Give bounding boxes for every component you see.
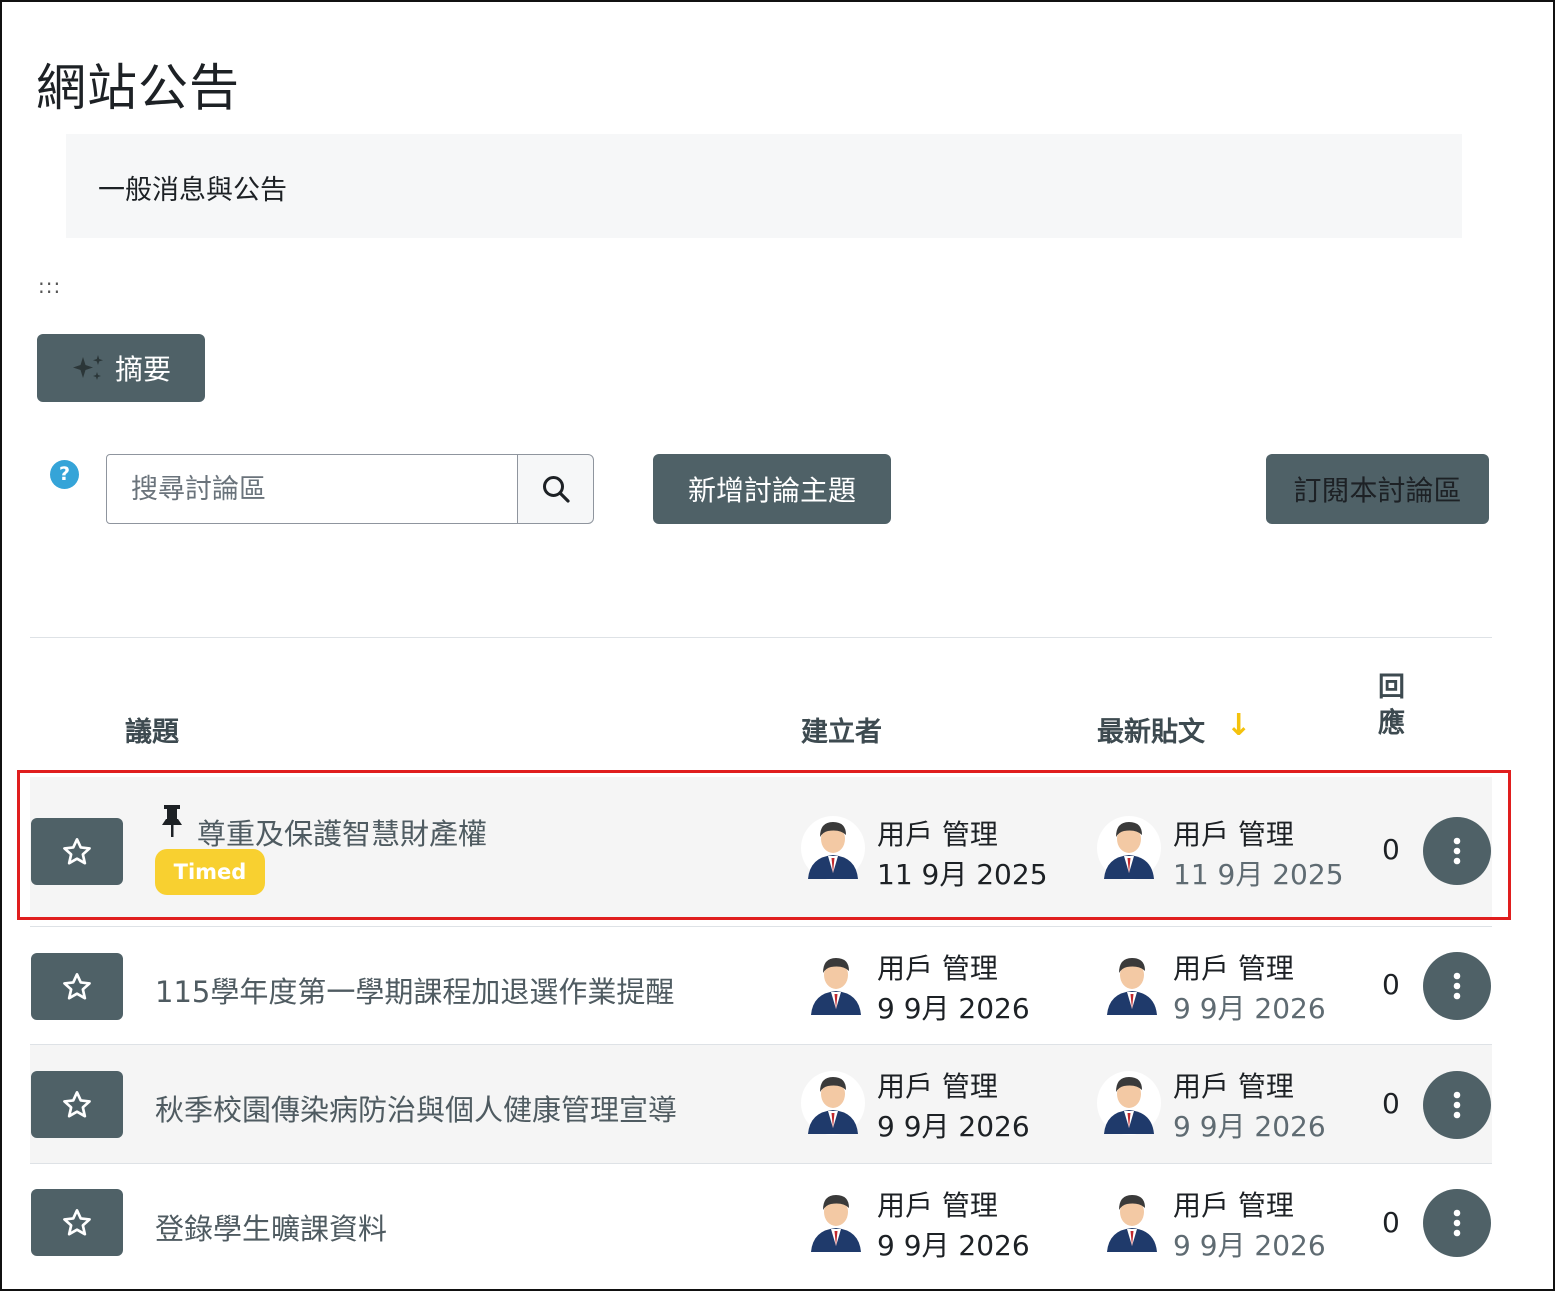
table-row: 尊重及保護智慧財產權 Timed 用戶 管理 11 9月 2025 用戶 管理 … [30, 777, 1492, 917]
creator-avatar [804, 952, 868, 1016]
subscribe-forum-button[interactable]: 訂閱本討論區 [1266, 454, 1489, 524]
search-input[interactable] [106, 454, 518, 524]
latest-post-date[interactable]: 9 9月 2026 [1173, 1224, 1326, 1264]
column-header-replies[interactable]: 回 應 [1378, 670, 1408, 742]
creator-name[interactable]: 用戶 管理 [877, 1065, 998, 1105]
latest-post-avatar [1097, 816, 1161, 880]
topic-title-link[interactable]: 秋季校園傳染病防治與個人健康管理宣導 [155, 1087, 677, 1129]
favourite-button[interactable] [31, 818, 123, 885]
creator-date: 9 9月 2026 [877, 1110, 1030, 1143]
column-header-replies-line2: 應 [1378, 708, 1405, 739]
table-row: 115學年度第一學期課程加退選作業提醒 用戶 管理 9 9月 2026 用戶 管… [30, 926, 1492, 1044]
topic-title-link[interactable]: 登錄學生曠課資料 [155, 1206, 387, 1248]
forum-intro-box: 一般消息與公告 [66, 134, 1462, 238]
topic-actions-menu-button[interactable] [1423, 817, 1491, 885]
star-icon [63, 1208, 91, 1236]
summary-button[interactable]: 摘要 [37, 334, 205, 402]
creator-date: 9 9月 2026 [877, 992, 1030, 1025]
latest-post-date[interactable]: 11 9月 2025 [1173, 853, 1344, 893]
timed-badge: Timed [155, 849, 265, 895]
kebab-menu-icon [1453, 1091, 1461, 1119]
sparkle-icon [72, 355, 103, 380]
help-icon[interactable]: ? [50, 460, 79, 489]
column-header-latest-post[interactable]: 最新貼文 [1097, 710, 1205, 749]
add-topic-button[interactable]: 新增討論主題 [653, 454, 891, 524]
search-icon [542, 476, 570, 503]
search-button[interactable] [517, 454, 594, 524]
latest-post-date[interactable]: 9 9月 2026 [1173, 987, 1326, 1027]
table-row: 登錄學生曠課資料 用戶 管理 9 9月 2026 用戶 管理 9 9月 2026… [30, 1163, 1492, 1281]
forum-intro-text: 一般消息與公告 [98, 175, 287, 206]
topic-actions-menu-button[interactable] [1423, 1071, 1491, 1139]
latest-post-avatar [1100, 1189, 1164, 1253]
topic-title-link[interactable]: 尊重及保護智慧財產權 [197, 811, 487, 853]
divider [30, 637, 1492, 638]
latest-post-date[interactable]: 9 9月 2026 [1173, 1105, 1326, 1145]
creator-date: 9 9月 2026 [877, 1229, 1030, 1262]
page-title: 網站公告 [36, 59, 240, 117]
summary-button-label: 摘要 [114, 353, 171, 386]
creator-name[interactable]: 用戶 管理 [877, 813, 998, 853]
kebab-menu-icon [1453, 837, 1461, 865]
latest-post-author[interactable]: 用戶 管理 [1173, 1184, 1294, 1224]
topic-actions-menu-button[interactable] [1423, 952, 1491, 1020]
star-icon [63, 1090, 91, 1118]
latest-post-author[interactable]: 用戶 管理 [1173, 1065, 1294, 1105]
creator-avatar [801, 1071, 865, 1135]
latest-post-avatar [1100, 952, 1164, 1016]
column-header-topic[interactable]: 議題 [125, 710, 179, 749]
reply-count: 0 [1382, 1206, 1400, 1239]
topic-actions-menu-button[interactable] [1423, 1189, 1491, 1257]
pin-icon [162, 805, 182, 837]
star-icon [63, 837, 91, 865]
creator-date: 11 9月 2025 [877, 858, 1048, 891]
latest-post-author[interactable]: 用戶 管理 [1173, 813, 1294, 853]
star-icon [63, 972, 91, 1000]
creator-name[interactable]: 用戶 管理 [877, 947, 998, 987]
latest-post-author[interactable]: 用戶 管理 [1173, 947, 1294, 987]
favourite-button[interactable] [31, 1189, 123, 1256]
reply-count: 0 [1382, 833, 1400, 866]
topic-title-link[interactable]: 115學年度第一學期課程加退選作業提醒 [155, 969, 674, 1011]
drag-handle[interactable]: ::: [38, 274, 61, 298]
kebab-menu-icon [1453, 972, 1461, 1000]
reply-count: 0 [1382, 968, 1400, 1001]
latest-post-avatar [1097, 1071, 1161, 1135]
creator-name[interactable]: 用戶 管理 [877, 1184, 998, 1224]
favourite-button[interactable] [31, 953, 123, 1020]
table-row: 秋季校園傳染病防治與個人健康管理宣導 用戶 管理 9 9月 2026 用戶 管理… [30, 1044, 1492, 1163]
reply-count: 0 [1382, 1087, 1400, 1120]
favourite-button[interactable] [31, 1071, 123, 1138]
column-header-creator[interactable]: 建立者 [801, 710, 882, 749]
creator-avatar [801, 816, 865, 880]
creator-avatar [804, 1189, 868, 1253]
kebab-menu-icon [1453, 1209, 1461, 1237]
column-header-replies-line1: 回 [1378, 672, 1405, 703]
sort-descending-icon[interactable]: ↓ [1226, 708, 1251, 743]
